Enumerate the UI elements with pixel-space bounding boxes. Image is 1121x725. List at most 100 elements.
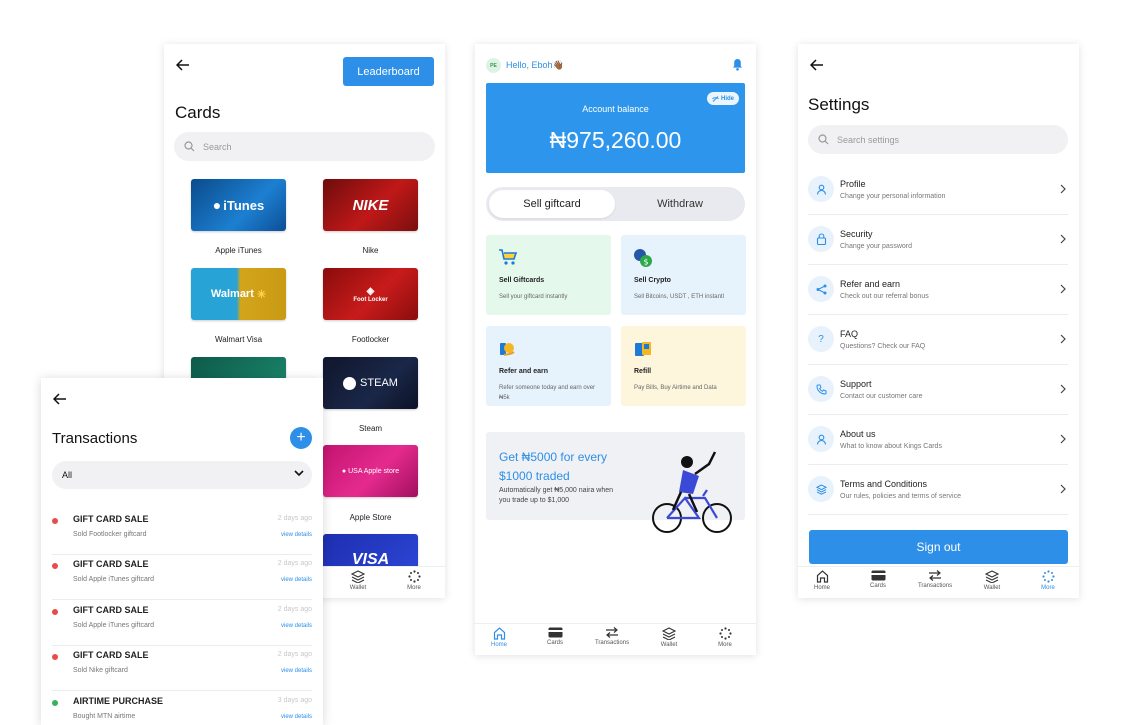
settings-row-security[interactable]: Security Change your password: [808, 215, 1068, 265]
search-placeholder: Search: [203, 141, 232, 152]
tile-title: Refer and earn: [499, 368, 549, 375]
sign-out-button[interactable]: Sign out: [809, 530, 1068, 564]
search-placeholder: Search settings: [837, 134, 900, 145]
settings-row-about[interactable]: About us What to know about Kings Cards: [808, 415, 1068, 465]
nav-more[interactable]: More: [394, 570, 434, 591]
eye-off-icon: [712, 95, 719, 102]
settings-title: FAQ: [840, 329, 859, 339]
settings-subtitle: Check out our referral bonus: [840, 293, 929, 300]
transaction-title: GIFT CARD SALE: [73, 559, 149, 569]
cyclist-illustration: [651, 448, 735, 538]
card-logo: Walmart: [210, 288, 254, 300]
svg-text:$: $: [644, 258, 649, 267]
view-details-link[interactable]: view details: [281, 532, 312, 538]
settings-row-refer[interactable]: Refer and earn Check out our referral bo…: [808, 265, 1068, 315]
view-details-link[interactable]: view details: [281, 577, 312, 583]
loader-icon: [394, 570, 434, 583]
tile-refer-and-earn[interactable]: Refer and earn Refer someone today and e…: [486, 326, 611, 406]
search-icon: [808, 134, 837, 145]
settings-title: Profile: [840, 179, 866, 189]
view-details-link[interactable]: view details: [281, 714, 312, 720]
tile-desc: Sell Bitcoins, USDT , ETH instantl: [634, 294, 724, 300]
nav-cards[interactable]: Cards: [535, 627, 575, 646]
nav-label: Cards: [546, 640, 563, 646]
back-arrow-icon[interactable]: [53, 393, 67, 405]
page-title: Settings: [808, 95, 870, 114]
avatar[interactable]: PE: [486, 58, 501, 73]
tab-withdraw[interactable]: Withdraw: [618, 190, 742, 218]
settings-title: Support: [840, 379, 872, 389]
transaction-time: 2 days ago: [277, 606, 312, 613]
nav-transactions[interactable]: Transactions: [591, 627, 633, 646]
card-walmart[interactable]: Walmart ✳: [191, 268, 286, 320]
settings-row-terms[interactable]: Terms and Conditions Our rules, policies…: [808, 465, 1068, 515]
view-details-link[interactable]: view details: [281, 623, 312, 629]
settings-title: Security: [840, 229, 873, 239]
transaction-time: 3 days ago: [277, 697, 312, 704]
tile-refill[interactable]: Refill Pay Bills, Buy Airtime and Data: [621, 326, 746, 406]
card-itunes[interactable]: ● iTunes: [191, 179, 286, 231]
tile-sell-crypto[interactable]: $ Sell Crypto Sell Bitcoins, USDT , ETH …: [621, 235, 746, 315]
add-transaction-button[interactable]: +: [290, 427, 312, 449]
nav-wallet[interactable]: Wallet: [338, 570, 378, 591]
promo-banner[interactable]: Get ₦5000 for every $1000 traded Automat…: [486, 432, 745, 533]
filter-value: All: [62, 470, 73, 480]
spark-icon: ✳: [256, 288, 267, 301]
tile-desc: Pay Bills, Buy Airtime and Data: [634, 385, 717, 391]
settings-row-profile[interactable]: Profile Change your personal information: [808, 165, 1068, 215]
action-segmented-control: Sell giftcard Withdraw: [486, 187, 745, 221]
transaction-time: 2 days ago: [277, 560, 312, 567]
promo-desc: Automatically get ₦5,000 naira when you …: [499, 487, 614, 504]
chevron-down-icon: [294, 470, 304, 477]
greeting: Hello, Eboh👋🏾: [506, 60, 564, 70]
phone-icon: [808, 376, 834, 402]
card-apple-store[interactable]: ● USA Apple store: [323, 445, 418, 497]
tile-sell-giftcards[interactable]: Sell Giftcards Sell your giftcard instan…: [486, 235, 611, 315]
transaction-row[interactable]: GIFT CARD SALE Sold Footlocker giftcard …: [52, 510, 312, 555]
nav-label: Wallet: [983, 585, 1001, 591]
transaction-row[interactable]: GIFT CARD SALE Sold Apple iTunes giftcar…: [52, 601, 312, 646]
filter-select[interactable]: All: [52, 461, 312, 489]
card-nike[interactable]: NIKE: [323, 179, 418, 231]
nav-more[interactable]: More: [705, 627, 745, 648]
search-input[interactable]: Search: [174, 132, 435, 161]
question-icon: ?: [808, 326, 834, 352]
card-name: Apple Store: [349, 513, 392, 522]
apple-logo-icon: ●: [341, 467, 347, 475]
view-details-link[interactable]: view details: [281, 668, 312, 674]
nav-home[interactable]: Home: [802, 570, 842, 591]
card-icon: [858, 570, 898, 581]
leaderboard-button[interactable]: Leaderboard: [343, 57, 434, 86]
transaction-row[interactable]: AIRTIME PURCHASE Bought MTN airtime 3 da…: [52, 692, 312, 725]
settings-row-support[interactable]: Support Contact our customer care: [808, 365, 1068, 415]
nav-label: Transactions: [917, 583, 953, 589]
phone-refill-icon: [633, 339, 653, 359]
search-settings-input[interactable]: Search settings: [808, 125, 1068, 154]
tile-title: Sell Crypto: [634, 277, 671, 284]
settings-subtitle: Change your password: [840, 243, 912, 250]
transaction-row[interactable]: GIFT CARD SALE Sold Nike giftcard 2 days…: [52, 646, 312, 691]
nav-transactions[interactable]: Transactions: [914, 570, 956, 589]
nav-cards[interactable]: Cards: [858, 570, 898, 589]
tab-sell-giftcard[interactable]: Sell giftcard: [489, 190, 615, 218]
balance-card: Hide Account balance ₦975,260.00: [486, 83, 745, 173]
card-footlocker[interactable]: ◈ Foot Locker: [323, 268, 418, 320]
referee-icon: ◈: [366, 285, 375, 297]
card-steam[interactable]: STEAM: [323, 357, 418, 409]
nav-wallet[interactable]: Wallet: [972, 570, 1012, 591]
page-title: Cards: [175, 103, 221, 122]
chevron-right-icon: [1060, 284, 1066, 294]
nav-wallet[interactable]: Wallet: [649, 627, 689, 648]
card-name: Apple iTunes: [215, 246, 262, 255]
transaction-row[interactable]: GIFT CARD SALE Sold Apple iTunes giftcar…: [52, 555, 312, 600]
back-arrow-icon[interactable]: [810, 59, 824, 71]
bell-icon[interactable]: [732, 58, 743, 71]
nav-more[interactable]: More: [1028, 570, 1068, 591]
layers-icon: [972, 570, 1012, 583]
layers-icon: [338, 570, 378, 583]
lock-icon: [808, 226, 834, 252]
settings-row-faq[interactable]: ? FAQ Questions? Check our FAQ: [808, 315, 1068, 365]
nav-label: Home: [813, 585, 830, 591]
back-arrow-icon[interactable]: [176, 59, 190, 71]
nav-home[interactable]: Home: [479, 627, 519, 648]
